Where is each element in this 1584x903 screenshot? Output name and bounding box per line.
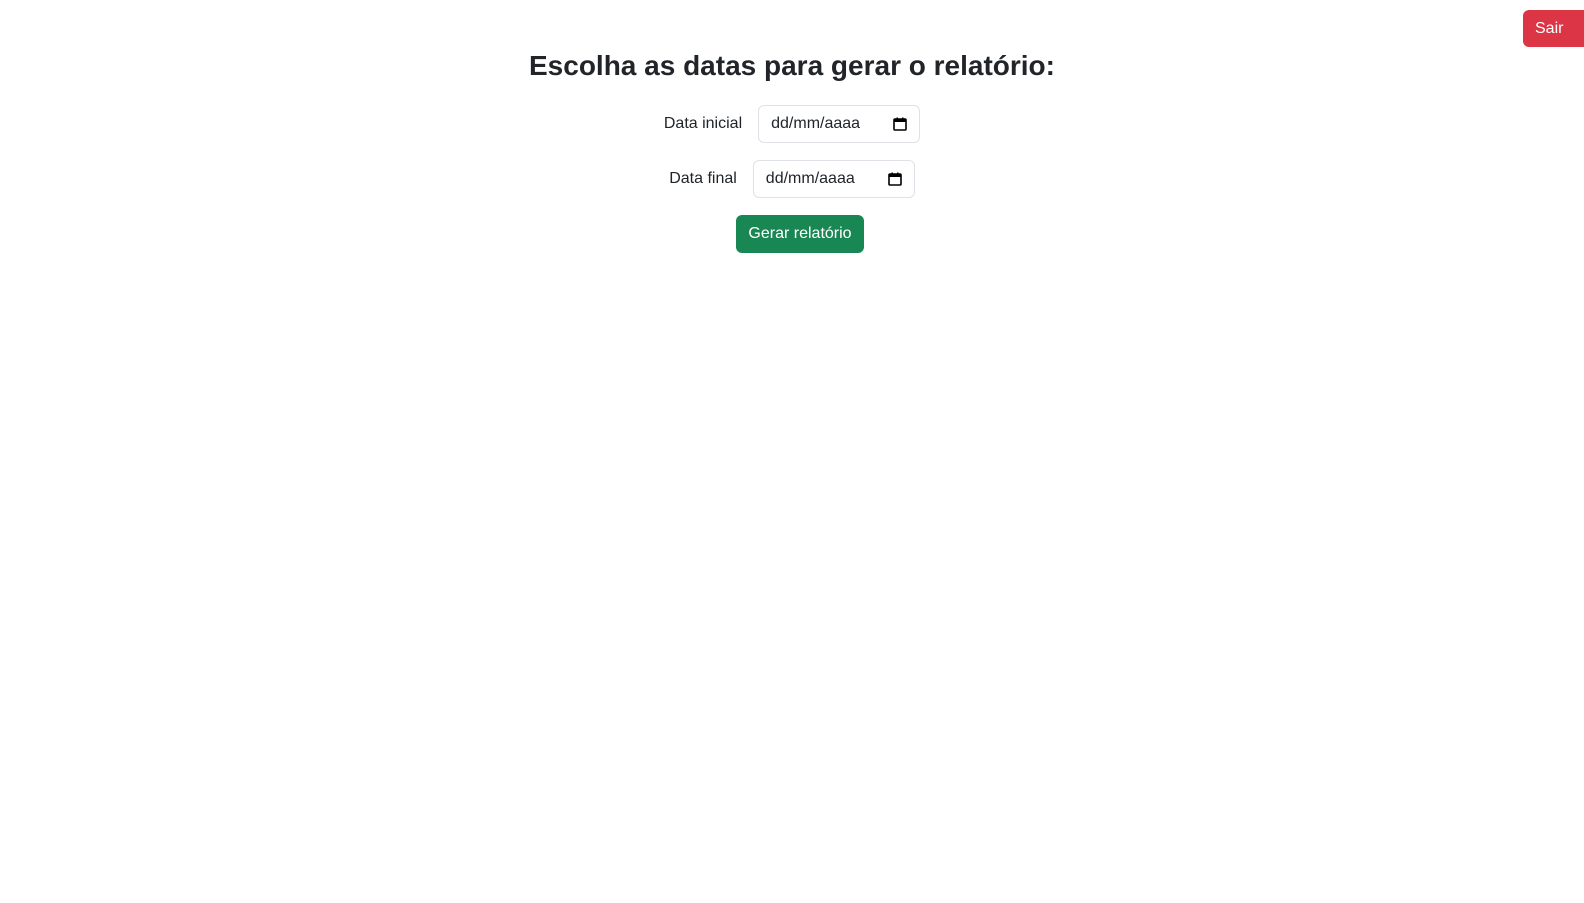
- calendar-icon[interactable]: [893, 117, 907, 131]
- report-page: Sair Escolha as datas para gerar o relat…: [0, 0, 1584, 903]
- end-date-input[interactable]: dd/mm/aaaa: [752, 160, 915, 198]
- logout-button[interactable]: Sair: [1523, 10, 1584, 47]
- end-date-label: Data final: [669, 170, 737, 187]
- calendar-icon[interactable]: [887, 172, 902, 186]
- start-date-row: Data inicial dd/mm/aaaa: [0, 105, 1584, 143]
- page-title: Escolha as datas para gerar o relatório:: [529, 50, 1055, 81]
- generate-report-button[interactable]: Gerar relatório: [736, 215, 864, 253]
- start-date-input[interactable]: dd/mm/aaaa: [758, 105, 921, 143]
- end-date-placeholder: dd/mm/aaaa: [765, 170, 855, 187]
- start-date-label: Data inicial: [663, 115, 743, 132]
- start-date-placeholder: dd/mm/aaaa: [771, 115, 861, 132]
- end-date-row: Data final dd/mm/aaaa: [0, 160, 1584, 198]
